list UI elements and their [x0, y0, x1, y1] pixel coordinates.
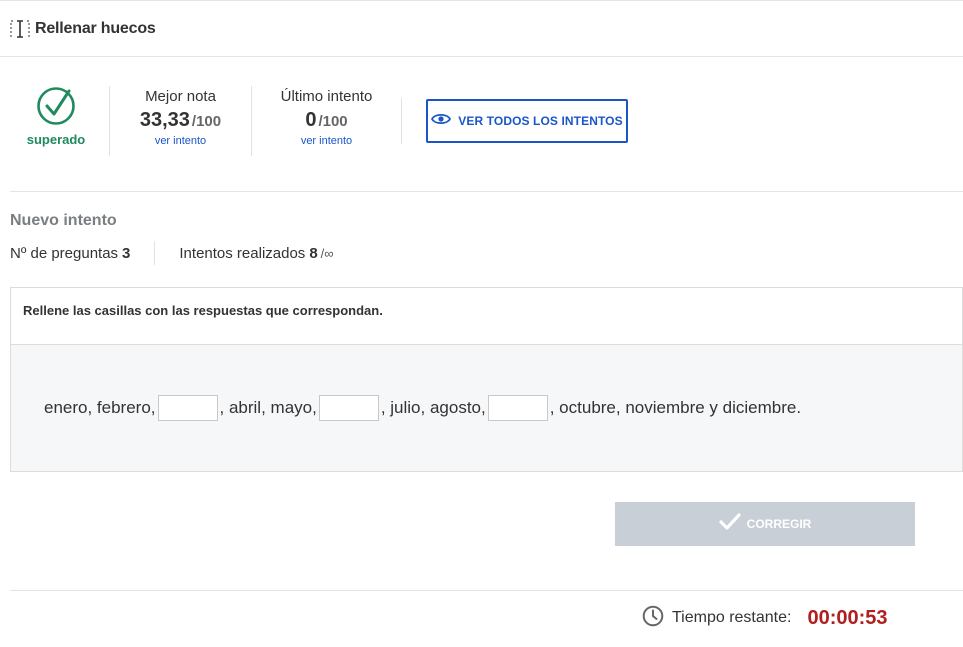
page-title: Rellenar huecos: [35, 19, 156, 37]
question-instructions: Rellene las casillas con las respuestas …: [11, 288, 962, 345]
text-segment: , abril, mayo,: [219, 398, 317, 417]
text-segment: , octubre, noviembre y diciembre.: [549, 398, 802, 417]
gap-input-2[interactable]: [318, 395, 379, 421]
best-score: Mejor nota 33,33/100 ver intento: [120, 88, 241, 147]
divider: [10, 590, 963, 591]
correct-button[interactable]: CORREGIR: [615, 502, 915, 546]
time-remaining-value: 00:00:53: [807, 606, 888, 629]
best-score-value-row: 33,33/100: [120, 109, 241, 132]
divider: [401, 98, 402, 144]
attempts-done-label: Intentos realizados: [179, 244, 306, 262]
last-attempt-value: 0: [305, 109, 317, 131]
pass-status: superado: [22, 86, 90, 147]
question-body: enero, febrero, , abril, mayo, , julio, …: [11, 345, 962, 471]
text-segment: enero, febrero,: [44, 398, 156, 417]
view-all-attempts-button[interactable]: VER TODOS LOS INTENTOS: [426, 99, 628, 143]
check-circle-icon: [36, 86, 76, 126]
gap-input-1[interactable]: [157, 395, 218, 421]
last-attempt-value-row: 0/100: [266, 109, 387, 132]
attempt-meta: Nº de preguntas 3 Intentos realizados 8 …: [10, 241, 334, 265]
time-remaining: Tiempo restante: 00:00:53: [642, 604, 888, 632]
question-card: Rellene las casillas con las respuestas …: [10, 287, 963, 472]
time-remaining-label: Tiempo restante:: [672, 609, 792, 626]
divider: [10, 191, 963, 192]
best-score-view-link[interactable]: ver intento: [120, 135, 241, 147]
best-score-max: /100: [191, 113, 222, 130]
pass-status-label: superado: [26, 132, 86, 147]
questions-count-value: 3: [122, 244, 131, 262]
gap-input-3[interactable]: [487, 395, 548, 421]
last-attempt-title: Último intento: [280, 88, 373, 105]
best-score-title: Mejor nota: [145, 88, 216, 105]
view-all-attempts-label: VER TODOS LOS INTENTOS: [458, 114, 623, 128]
page-header: Rellenar huecos: [0, 0, 963, 57]
best-score-value: 33,33: [139, 109, 190, 131]
questions-count-label: Nº de preguntas: [10, 244, 119, 262]
divider: [154, 241, 156, 265]
clock-icon: [642, 605, 664, 632]
eye-icon: [431, 112, 452, 131]
last-attempt-view-link[interactable]: ver intento: [266, 135, 387, 147]
divider: [251, 86, 252, 156]
attempts-done-value: 8: [309, 244, 318, 262]
new-attempt-title: Nuevo intento: [10, 212, 117, 229]
last-attempt: Último intento 0/100 ver intento: [266, 88, 387, 147]
correct-button-label: CORREGIR: [746, 517, 812, 531]
attempt-summary: superado Mejor nota 33,33/100 ver intent…: [0, 84, 963, 160]
last-attempt-max: /100: [318, 113, 348, 130]
text-segment: , julio, agosto,: [380, 398, 486, 417]
attempts-max: /∞: [320, 245, 334, 261]
checkmark-icon: [719, 512, 741, 536]
divider: [109, 86, 110, 156]
text-cursor-icon: [9, 18, 31, 40]
